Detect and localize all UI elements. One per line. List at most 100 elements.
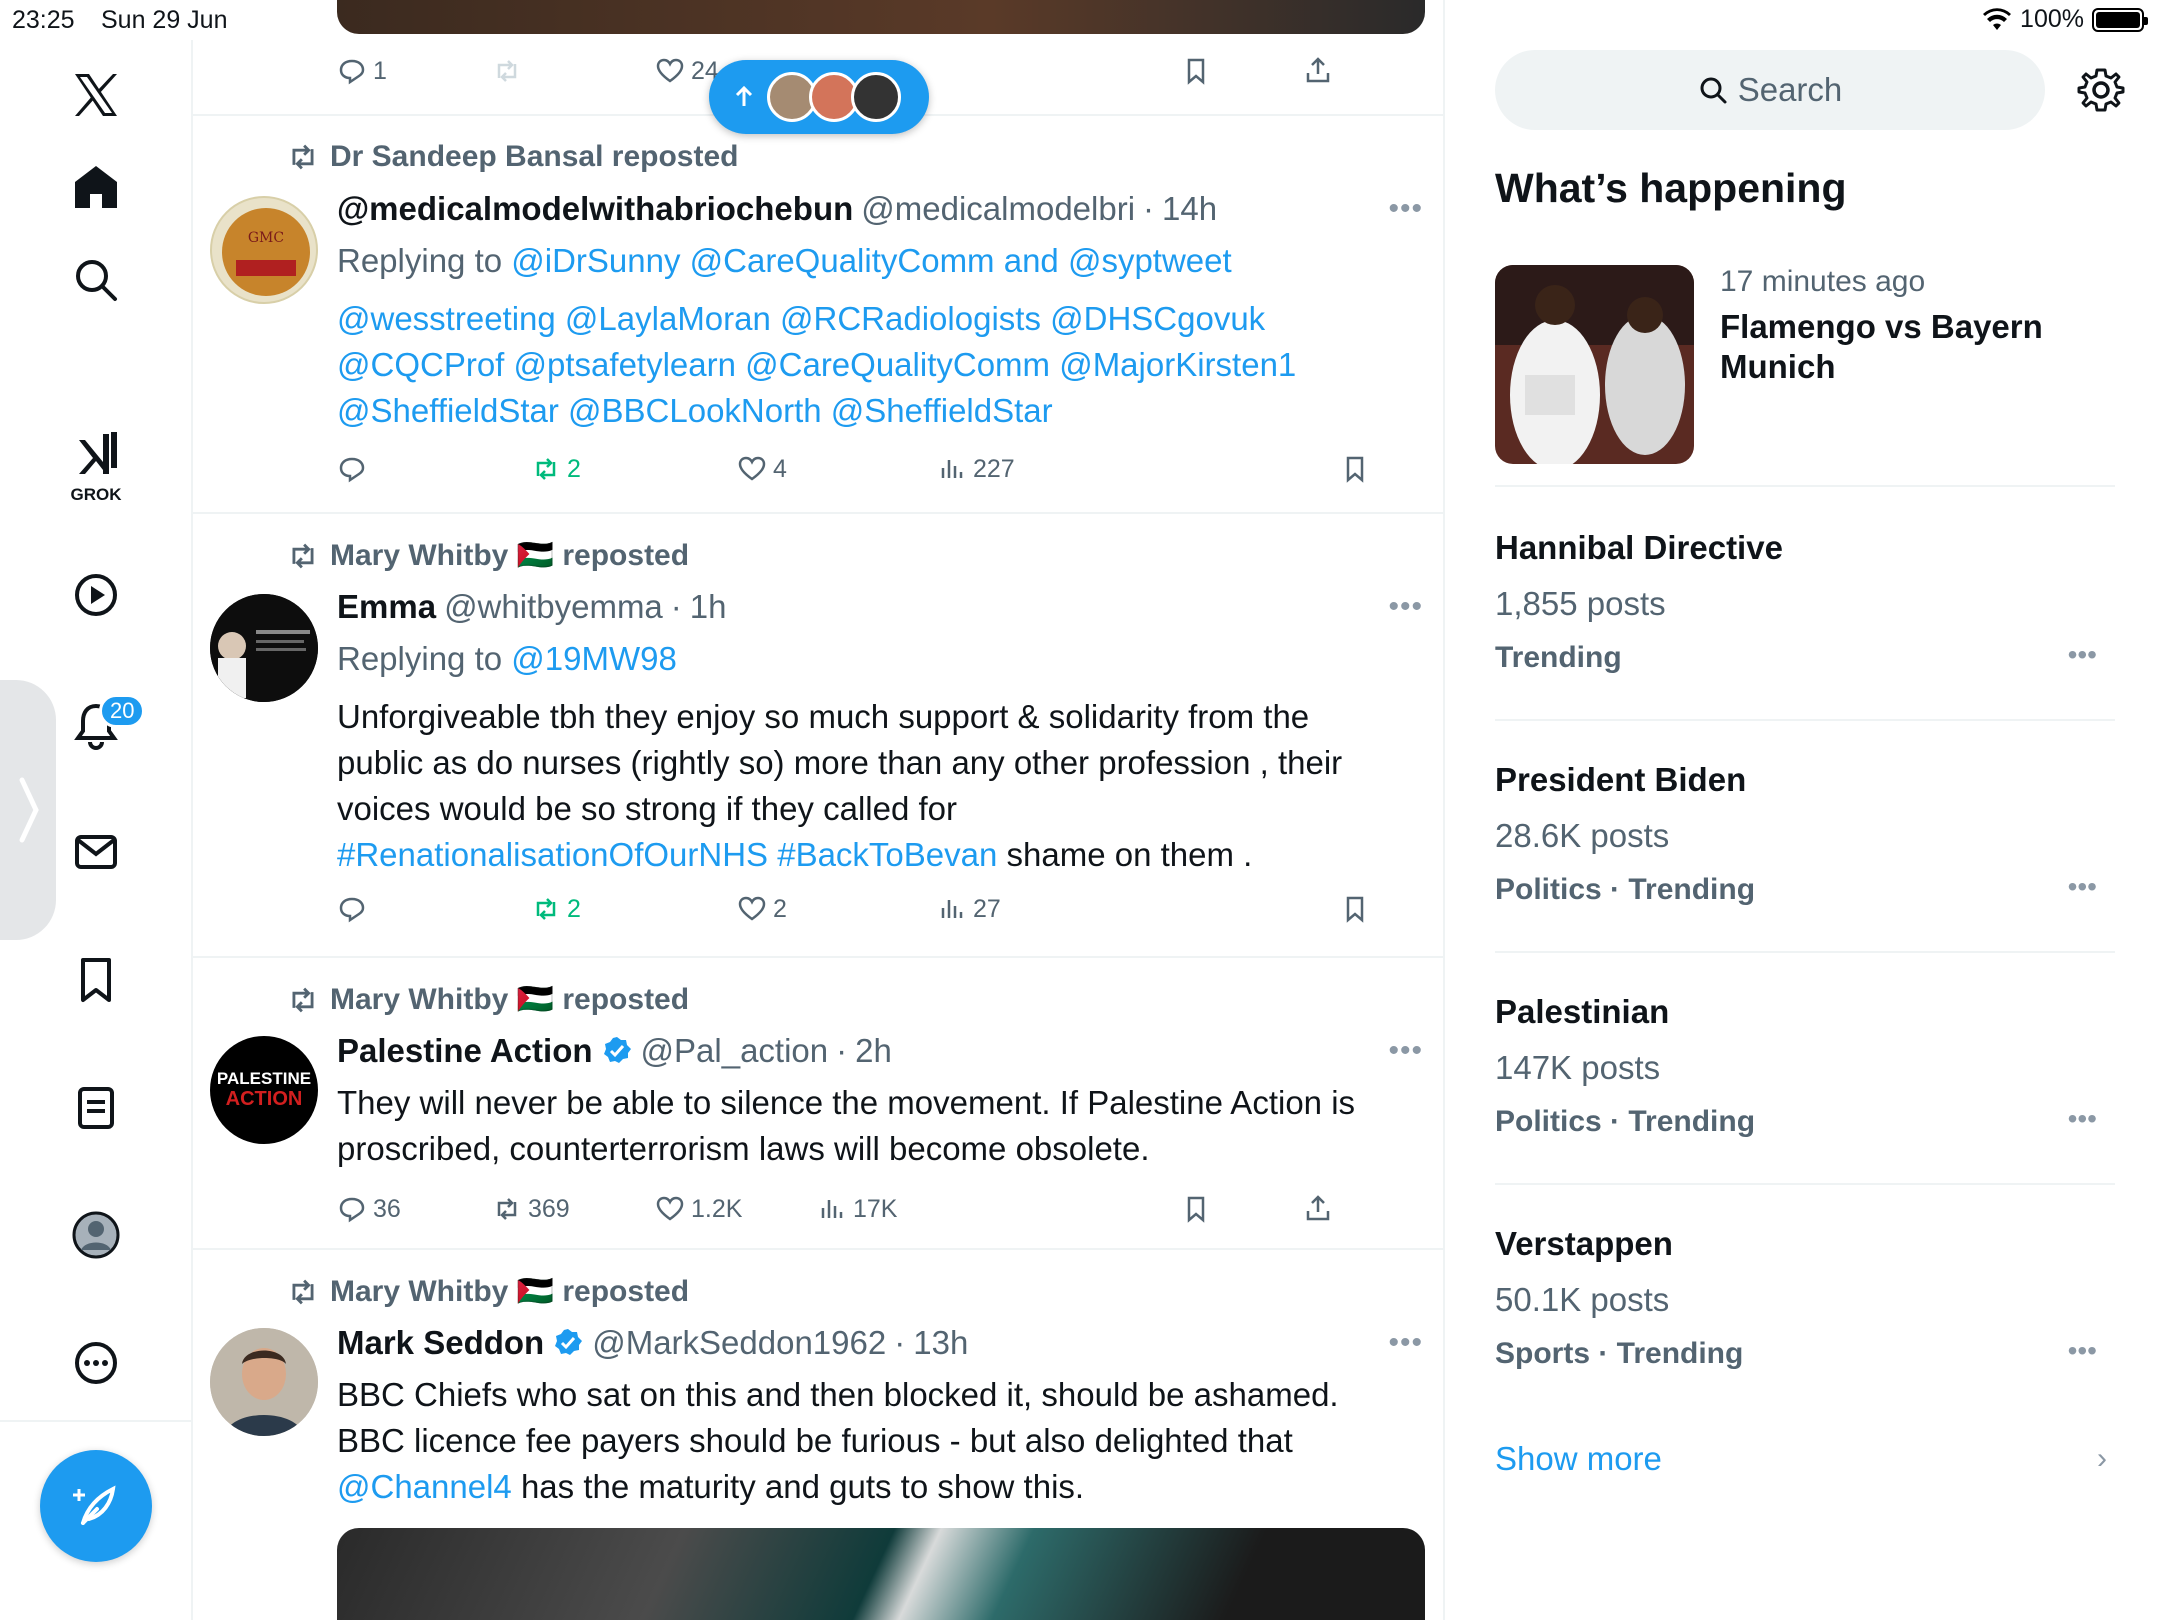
like-button[interactable]: 4: [737, 454, 787, 484]
bookmark-button[interactable]: [1181, 1194, 1211, 1224]
author-name[interactable]: Emma: [337, 588, 436, 626]
views-button[interactable]: 17K: [817, 1194, 897, 1224]
trend-item[interactable]: President Biden 28.6K posts Politics · T…: [1495, 721, 2115, 953]
post-media-image[interactable]: [337, 0, 1425, 34]
gear-icon[interactable]: [2077, 66, 2125, 114]
trend-count: 50.1K posts: [1495, 1281, 1670, 1318]
share-button[interactable]: [1303, 56, 1333, 86]
reply-button[interactable]: [337, 454, 367, 484]
author-name[interactable]: @medicalmodelwithabriochebun: [337, 190, 853, 228]
trend-more-icon[interactable]: •••: [2068, 1335, 2097, 1367]
lists-icon[interactable]: [61, 1073, 131, 1143]
views-button[interactable]: 227: [937, 454, 1015, 484]
avatar[interactable]: PALESTINE ACTION: [210, 1036, 318, 1144]
post-body-line[interactable]: @SheffieldStar @BBCLookNorth @SheffieldS…: [337, 388, 1415, 434]
reply-to-mentions[interactable]: @iDrSunny @CareQualityComm and @syptweet: [511, 242, 1231, 279]
notifications-icon[interactable]: 20: [61, 690, 146, 760]
avatar[interactable]: [210, 1328, 318, 1436]
reply-button[interactable]: [337, 894, 367, 924]
like-button[interactable]: 1.2K: [655, 1194, 742, 1224]
trend-item[interactable]: Hannibal Directive 1,855 posts Trending …: [1495, 489, 2115, 721]
post-time: 2h: [855, 1032, 892, 1069]
repost-indicator: Mary Whitby 🇵🇸 reposted: [286, 1274, 689, 1309]
post-mention[interactable]: @Channel4: [337, 1468, 512, 1505]
timeline-post[interactable]: Mary Whitby 🇵🇸 reposted Emma @whitbyemma…: [193, 514, 1443, 958]
author-handle[interactable]: @Pal_action: [641, 1032, 829, 1070]
reply-button[interactable]: 1: [337, 56, 387, 86]
post-media-image[interactable]: [337, 1528, 1425, 1620]
trend-more-icon[interactable]: •••: [2068, 639, 2097, 671]
repost-icon: [292, 1279, 314, 1304]
like-count: 1.2K: [691, 1194, 743, 1223]
like-button[interactable]: 24: [655, 56, 719, 86]
bookmark-icon: [1346, 456, 1364, 483]
more-options-icon[interactable]: [61, 1328, 131, 1398]
avatar[interactable]: GMC: [210, 196, 318, 304]
share-button[interactable]: [1303, 1194, 1333, 1224]
post-body-line[interactable]: @CQCProf @ptsafetylearn @CareQualityComm…: [337, 342, 1415, 388]
trend-item[interactable]: Verstappen 50.1K posts Sports · Trending…: [1495, 1185, 2115, 1417]
bookmark-button[interactable]: [1181, 56, 1211, 86]
timeline-post[interactable]: Mary Whitby 🇵🇸 reposted Mark Seddon @Mar…: [193, 1250, 1443, 1620]
post-more-icon[interactable]: •••: [1388, 1034, 1423, 1068]
post-more-icon[interactable]: •••: [1388, 192, 1423, 226]
bookmark-icon: [1187, 1196, 1205, 1223]
like-button[interactable]: 2: [737, 894, 787, 924]
avatar[interactable]: [210, 594, 318, 702]
post-more-icon[interactable]: •••: [1388, 590, 1423, 624]
post-body-line: Unforgiveable tbh they enjoy so much sup…: [337, 698, 1310, 735]
timeline-post[interactable]: Mary Whitby 🇵🇸 reposted PALESTINE ACTION…: [193, 958, 1443, 1250]
bookmark-icon: [1346, 896, 1364, 923]
search-input[interactable]: Search: [1495, 50, 2045, 130]
post-time: 13h: [913, 1324, 969, 1361]
bookmark-button[interactable]: [1340, 894, 1370, 924]
repost-button[interactable]: 369: [492, 1194, 570, 1224]
chevron-right-icon[interactable]: ›: [2097, 1442, 2107, 1476]
author-name[interactable]: Mark Seddon: [337, 1324, 544, 1362]
trend-category: Trending: [1495, 641, 1622, 674]
repost-icon: [536, 898, 556, 920]
video-icon[interactable]: [61, 560, 131, 630]
trend-more-icon[interactable]: •••: [2068, 871, 2097, 903]
repost-by: Mary Whitby 🇵🇸 reposted: [330, 1275, 690, 1308]
home-icon[interactable]: [61, 152, 131, 222]
svg-text:GMC: GMC: [248, 230, 284, 246]
chevron-right-icon: [19, 777, 39, 843]
profile-avatar-icon[interactable]: [61, 1200, 131, 1270]
reply-to-mentions[interactable]: @19MW98: [511, 640, 677, 677]
bookmarks-icon[interactable]: [61, 945, 131, 1015]
reply-icon: [339, 457, 365, 483]
repost-button[interactable]: 2: [531, 454, 581, 484]
timeline-post[interactable]: Dr Sandeep Bansal reposted GMC @medicalm…: [193, 116, 1443, 514]
trend-more-icon[interactable]: •••: [2068, 1103, 2097, 1135]
post-actions: 2 2 27: [337, 894, 1437, 934]
show-more-link[interactable]: Show more: [1495, 1440, 1662, 1478]
search-icon[interactable]: [61, 245, 131, 315]
post-body: BBC Chiefs who sat on this and then bloc…: [337, 1372, 1415, 1510]
bookmark-button[interactable]: [1340, 454, 1370, 484]
reply-button[interactable]: 36: [337, 1194, 401, 1224]
post-body: Unforgiveable tbh they enjoy so much sup…: [337, 694, 1415, 878]
messages-icon[interactable]: [61, 817, 131, 887]
repost-button[interactable]: 2: [531, 894, 581, 924]
author-handle[interactable]: @whitbyemma: [444, 588, 663, 626]
repost-by: Mary Whitby 🇵🇸 reposted: [330, 539, 690, 572]
repost-button[interactable]: [492, 56, 522, 86]
author-name[interactable]: Palestine Action: [337, 1032, 593, 1070]
grok-icon[interactable]: GROK: [61, 425, 131, 504]
author-handle[interactable]: @MarkSeddon1962: [592, 1324, 886, 1362]
search-icon: [1700, 77, 1727, 104]
like-count: 2: [773, 894, 787, 923]
post-more-icon[interactable]: •••: [1388, 1326, 1423, 1360]
trend-category: Sports · Trending: [1495, 1337, 1744, 1370]
compose-post-button[interactable]: [40, 1450, 152, 1562]
news-item[interactable]: 17 minutes ago Flamengo vs Bayern Munich: [1495, 265, 2115, 487]
author-handle[interactable]: @medicalmodelbri: [861, 190, 1135, 228]
trend-item[interactable]: Palestinian 147K posts Politics · Trendi…: [1495, 953, 2115, 1185]
x-logo-icon[interactable]: [61, 60, 131, 130]
post-body-line[interactable]: @wesstreeting @LaylaMoran @RCRadiologist…: [337, 296, 1415, 342]
views-button[interactable]: 27: [937, 894, 1001, 924]
post-hashtags[interactable]: #RenationalisationOfOurNHS #BackToBevan: [337, 836, 997, 873]
new-posts-pill-button[interactable]: [709, 60, 929, 134]
sidebar-drawer-handle[interactable]: [0, 680, 56, 940]
